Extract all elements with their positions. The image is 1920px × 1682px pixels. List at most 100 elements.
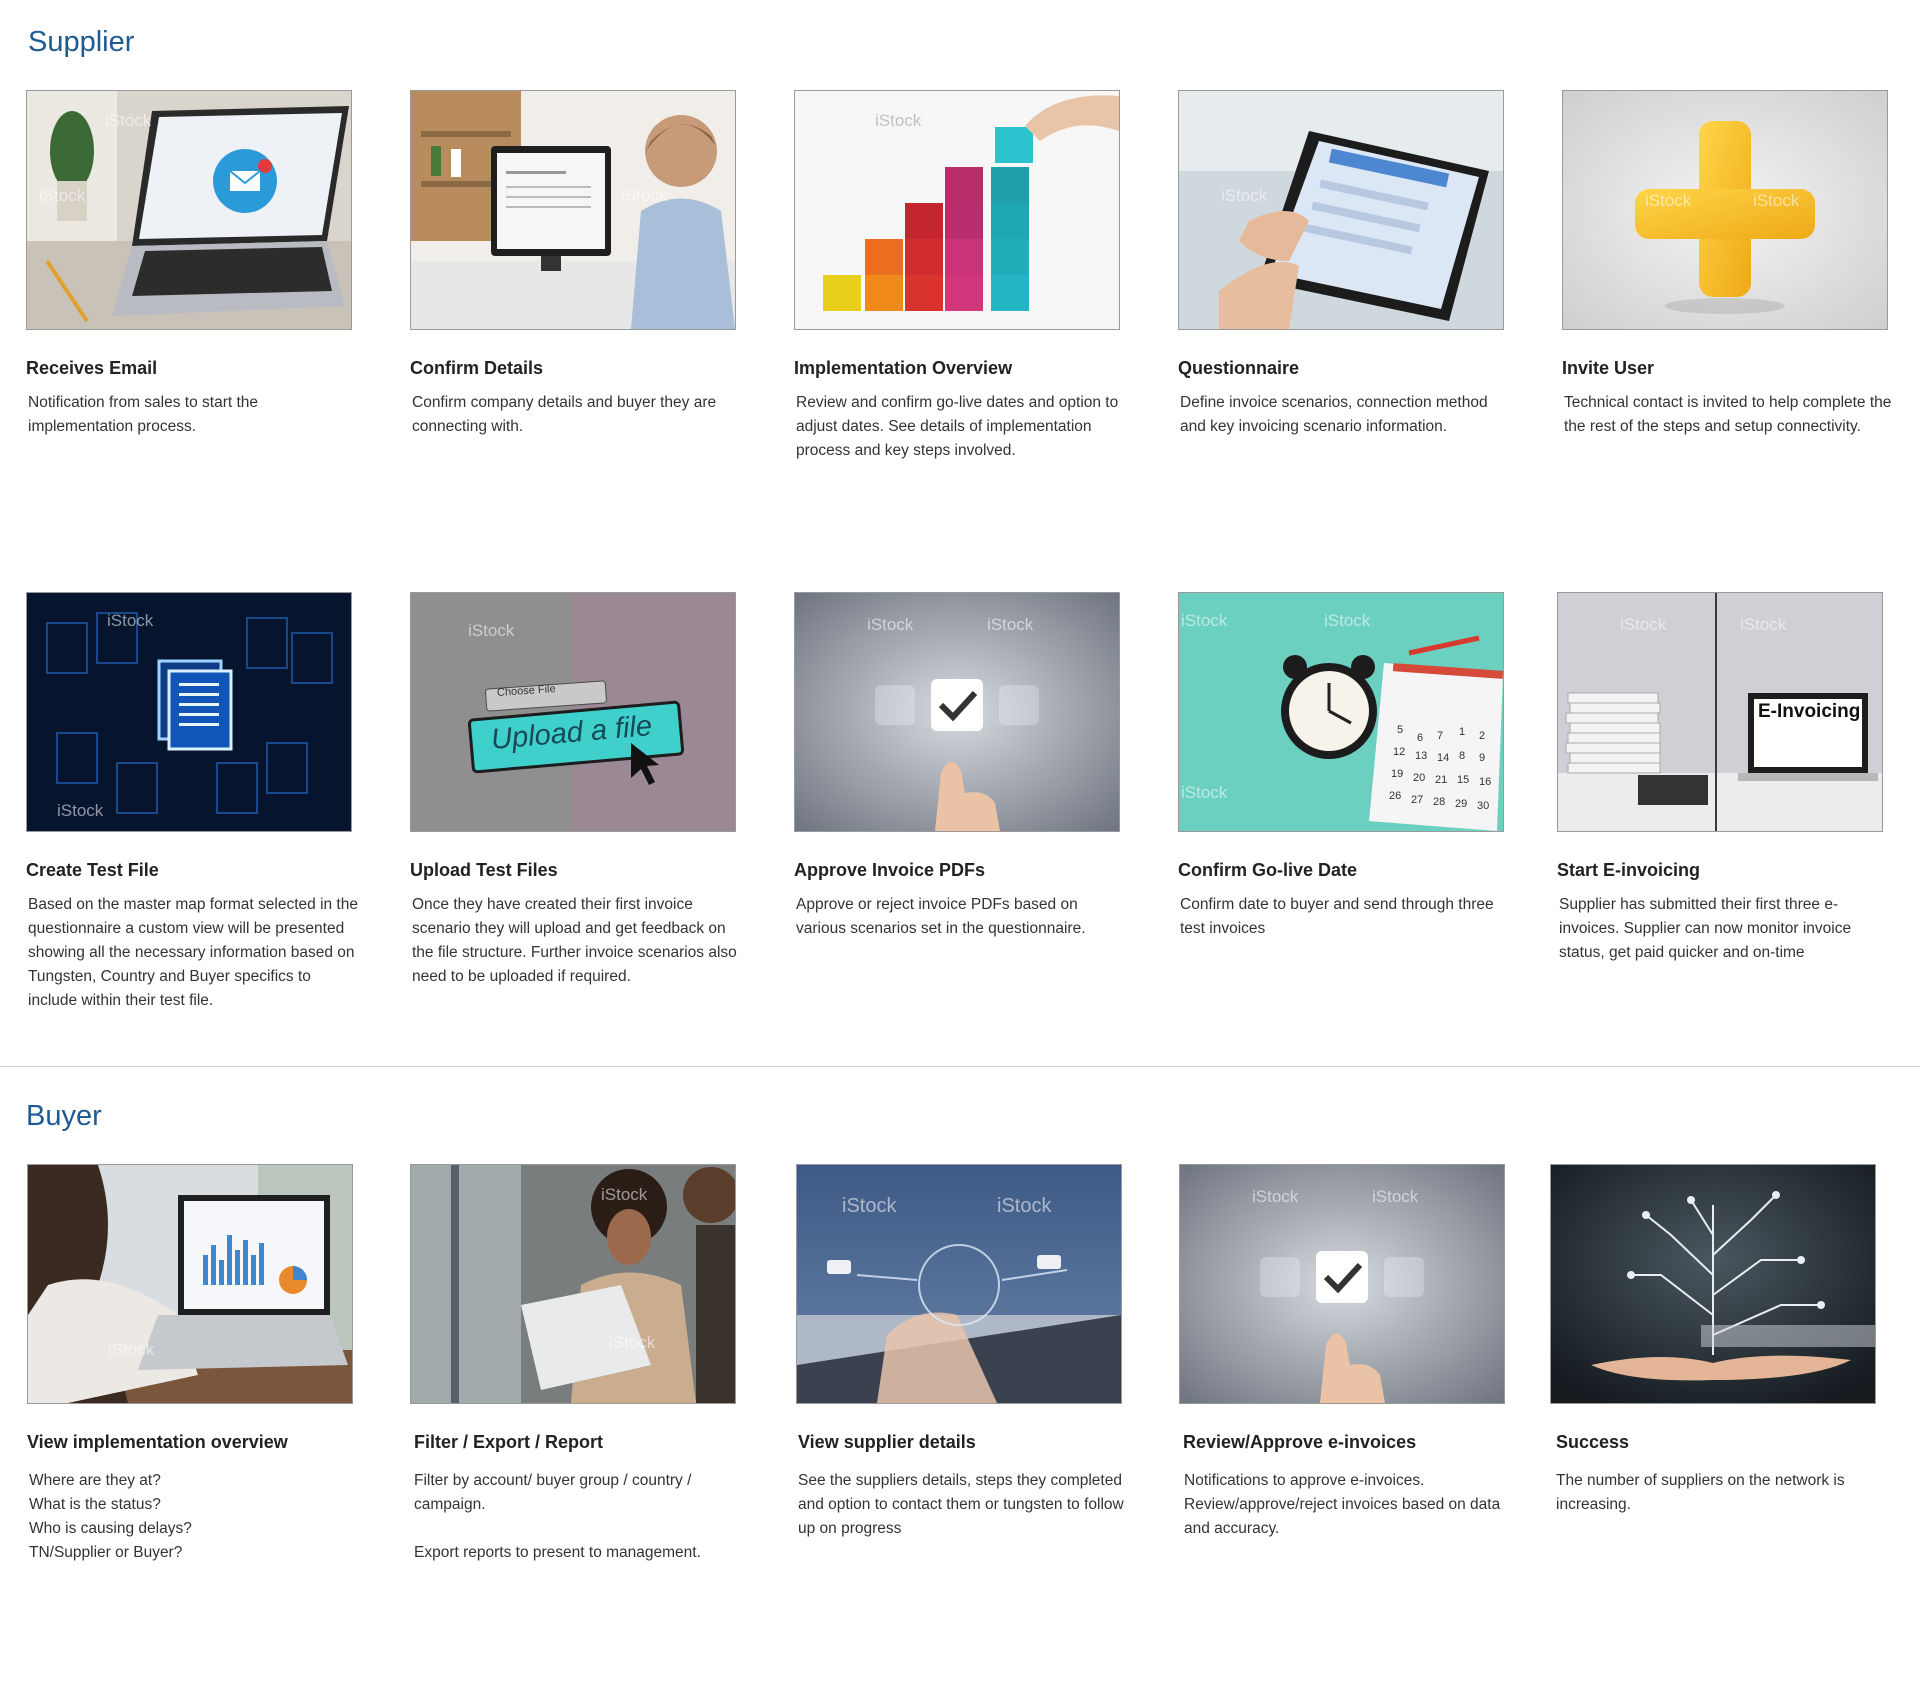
watermark-text: iStock	[609, 1333, 656, 1352]
card-description: See the suppliers details, steps they co…	[798, 1469, 1128, 1541]
card-title: Questionnaire	[1178, 358, 1300, 378]
watermark-text: iStock	[987, 615, 1034, 634]
svg-text:5: 5	[1397, 724, 1403, 736]
card-title: View implementation overview	[27, 1432, 288, 1452]
digital-files-image: iStock iStock	[26, 592, 352, 832]
card-description: Define invoice scenarios, connection met…	[1180, 394, 1488, 435]
card-description: Confirm date to buyer and send through t…	[1180, 896, 1494, 937]
card-description: The number of suppliers on the network i…	[1556, 1469, 1886, 1517]
buyer-section-title: Buyer	[26, 1100, 102, 1132]
watermark-text: iStock	[108, 1340, 155, 1359]
watermark-text: iStock	[1221, 186, 1268, 205]
card-description: Technical contact is invited to help com…	[1564, 394, 1892, 435]
description-line: What is the status?	[29, 1496, 161, 1513]
clock-calendar-image: 56712 12 13 14 8 9 19 20 21 15 16 26 27 28 29 30 iSt…	[1178, 592, 1504, 832]
svg-text:27: 27	[1411, 794, 1423, 806]
card-title: Implementation Overview	[794, 358, 1013, 378]
card-title: Upload Test Files	[410, 860, 558, 880]
svg-text:12: 12	[1393, 746, 1405, 758]
watermark-text: iStock	[468, 621, 515, 640]
svg-text:28: 28	[1433, 796, 1445, 808]
tablet-survey-image: iStock	[1178, 90, 1504, 330]
watermark-text: iStock	[39, 186, 86, 205]
svg-text:20: 20	[1413, 772, 1425, 784]
card-description: Notification from sales to start the imp…	[28, 394, 259, 435]
description-line: The number of suppliers on the network i…	[1556, 1472, 1845, 1513]
keyboard-network-image: iStock iStock	[796, 1164, 1122, 1404]
card-title: Receives Email	[26, 358, 158, 378]
watermark-text: iStock	[1645, 191, 1692, 210]
watermark-text: iStock	[1620, 615, 1667, 634]
card-title: Confirm Go-live Date	[1178, 860, 1358, 880]
card-title: Review/Approve e-invoices	[1183, 1432, 1417, 1452]
card-title: View supplier details	[798, 1432, 976, 1452]
card-description: Once they have created their first invoi…	[412, 896, 737, 985]
card-description: Confirm company details and buyer they a…	[412, 394, 717, 435]
card-title: Confirm Details	[410, 358, 544, 378]
checkmark-touch-image: iStock iStock	[1179, 1164, 1505, 1404]
card-description: Approve or reject invoice PDFs based on …	[796, 896, 1086, 937]
watermark-text: iStock	[1740, 615, 1787, 634]
watermark-text: iStock	[601, 1185, 648, 1204]
card-title: Create Test File	[26, 860, 159, 880]
watermark-text: iStock	[875, 111, 922, 130]
description-line: TN/Supplier or Buyer?	[29, 1544, 183, 1561]
svg-text:6: 6	[1417, 732, 1423, 744]
description-line: Who is causing delays?	[29, 1520, 192, 1537]
woman-laptop-image: iStock iStock	[410, 1164, 736, 1404]
svg-text:8: 8	[1459, 750, 1465, 762]
card-description: Filter by account/ buyer group / country…	[414, 1469, 744, 1565]
card-title: Filter / Export / Report	[414, 1432, 604, 1452]
svg-text:2: 2	[1479, 730, 1485, 742]
svg-text:7: 7	[1437, 730, 1443, 742]
blocks-steps-image: iStock	[794, 90, 1120, 330]
svg-text:30: 30	[1477, 800, 1489, 812]
upload-file-image: iStock Choose File Upload a file	[410, 592, 736, 832]
description-line: Where are they at?	[29, 1472, 161, 1489]
card-title: Success	[1556, 1432, 1630, 1452]
card-title: Start E-invoicing	[1557, 860, 1701, 880]
watermark-text: iStock	[1181, 783, 1228, 802]
section-divider	[0, 1066, 1920, 1067]
card-description: Supplier has submitted their first three…	[1559, 896, 1852, 961]
watermark-text: iStock	[1753, 191, 1800, 210]
watermark-text: iStock	[105, 111, 152, 130]
svg-text:1: 1	[1459, 726, 1465, 738]
supplier-section-title: Supplier	[28, 26, 135, 58]
watermark-text: iStock	[107, 611, 154, 630]
svg-text:13: 13	[1415, 750, 1427, 762]
svg-text:19: 19	[1391, 768, 1403, 780]
svg-text:16: 16	[1479, 776, 1491, 788]
description-line: Export reports to present to management.	[414, 1544, 701, 1561]
laptop-analytics-image: iStock	[27, 1164, 353, 1404]
watermark-text: iStock	[1252, 1187, 1299, 1206]
card-title: Invite User	[1562, 358, 1655, 378]
e-invoicing-label: E-Invoicing	[1758, 701, 1861, 722]
watermark-text: iStock	[57, 801, 104, 820]
description-line: Notifications to approve e-invoices. Rev…	[1184, 1472, 1501, 1537]
card-description: Based on the master map format selected …	[28, 896, 358, 1009]
watermark-text: iStock	[1324, 611, 1371, 630]
card-title: Approve Invoice PDFs	[794, 860, 986, 880]
watermark-text: iStock	[867, 615, 914, 634]
svg-text:14: 14	[1437, 752, 1449, 764]
svg-text:29: 29	[1455, 798, 1467, 810]
e-invoicing-image: iStock iStock E-Invoicing	[1557, 592, 1883, 832]
svg-text:9: 9	[1479, 752, 1485, 764]
watermark-text: iStock	[1181, 611, 1228, 630]
watermark-text: iStock	[1372, 1187, 1419, 1206]
checkmark-touch-image: iStock iStock	[794, 592, 1120, 832]
description-line: See the suppliers details, steps they co…	[798, 1472, 1124, 1537]
svg-text:15: 15	[1457, 774, 1469, 786]
card-description: Where are they at? What is the status? W…	[29, 1469, 359, 1565]
watermark-text: iStock	[997, 1195, 1052, 1217]
watermark-text: iStock	[621, 186, 668, 205]
description-line	[414, 1517, 744, 1541]
desk-monitor-image: iStock	[410, 90, 736, 330]
card-description: Review and confirm go-live dates and opt…	[796, 394, 1119, 459]
svg-text:26: 26	[1389, 790, 1401, 802]
watermark-text: iStock	[842, 1195, 897, 1217]
hand-circuit-tree-image	[1550, 1164, 1876, 1404]
plus-sign-image: iStock iStock	[1562, 90, 1888, 330]
card-description: Notifications to approve e-invoices. Rev…	[1184, 1469, 1514, 1541]
